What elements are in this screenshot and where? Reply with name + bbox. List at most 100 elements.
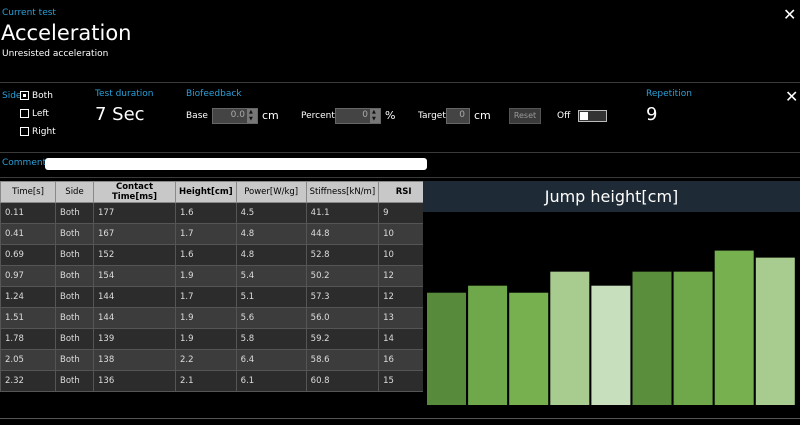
chart-bar [509,292,549,405]
test-duration-label: Test duration [95,89,154,99]
table-cell: Both [55,244,94,266]
base-unit: cm [262,109,279,122]
chart-bar [591,285,631,405]
table-cell: 1.51 [0,307,56,329]
table-cell: 177 [93,202,176,224]
table-row[interactable]: 0.41 Both 167 1.7 4.8 44.8 10 [0,223,430,245]
percent-spinner[interactable]: 0 ▲ ▼ [335,108,381,124]
table-cell: 1.9 [175,265,237,287]
table-cell: 57.3 [305,286,380,308]
table-cell: 12 [378,286,430,308]
base-value: 0.0 [230,110,245,120]
results-table-wrap: Time[s] Side Contact Time[ms] Height[cm]… [0,181,430,392]
table-row[interactable]: 1.51 Both 144 1.9 5.6 56.0 13 [0,307,430,329]
table-cell: 16 [378,349,430,371]
side-option-both[interactable]: Both [20,91,53,101]
column-header-side[interactable]: Side [55,181,94,203]
table-cell: 0.41 [0,223,56,245]
table-row[interactable]: 0.11 Both 177 1.6 4.5 41.1 9 [0,202,430,224]
percent-value: 0 [362,110,368,120]
divider [0,82,800,83]
biofeedback-toggle[interactable] [578,110,607,122]
test-duration-value: 7 Sec [95,104,145,125]
comment-label: Comment: [2,158,50,168]
comment-input[interactable] [45,158,427,170]
chart-bar [427,292,466,405]
table-row[interactable]: 2.05 Both 138 2.2 6.4 58.6 16 [0,349,430,371]
results-table: Time[s] Side Contact Time[ms] Height[cm]… [0,181,430,392]
base-spinner[interactable]: 0.0 ▲ ▼ [212,108,258,124]
table-cell: Both [55,286,94,308]
table-cell: 2.05 [0,349,56,371]
table-cell: 136 [93,370,176,392]
table-cell: 4.5 [235,202,307,224]
table-cell: 5.1 [235,286,307,308]
table-cell: Both [55,349,94,371]
spinner-arrows-icon[interactable]: ▲ ▼ [370,109,380,123]
table-cell: 138 [93,349,176,371]
table-row[interactable]: 1.24 Both 144 1.7 5.1 57.3 12 [0,286,430,308]
table-cell: 6.4 [235,349,307,371]
table-cell: 154 [93,265,176,287]
checkbox-icon[interactable] [20,109,29,118]
table-row[interactable]: 1.78 Both 139 1.9 5.8 59.2 14 [0,328,430,350]
column-header-rsi[interactable]: RSI [378,181,430,203]
table-cell: 167 [93,223,176,245]
checkbox-icon[interactable] [20,127,29,136]
percent-label: Percent [301,111,335,121]
toggle-knob [580,112,588,120]
side-label: Side [2,91,22,101]
table-cell: 1.7 [175,223,237,245]
table-cell: 0.97 [0,265,56,287]
table-row[interactable]: 2.32 Both 136 2.1 6.1 60.8 15 [0,370,430,392]
column-header-power[interactable]: Power[W/kg] [235,181,307,203]
table-cell: 1.6 [175,244,237,266]
table-cell: 15 [378,370,430,392]
table-cell: 58.6 [305,349,380,371]
spinner-arrows-icon[interactable]: ▲ ▼ [247,109,257,123]
test-subtitle: Unresisted acceleration [2,49,109,59]
table-cell: 6.1 [235,370,307,392]
table-cell: 1.78 [0,328,56,350]
column-header-contact-time[interactable]: Contact Time[ms] [93,181,176,203]
table-cell: Both [55,265,94,287]
table-cell: 1.9 [175,307,237,329]
target-input[interactable]: 0 [446,108,470,124]
close-icon[interactable]: ✕ [783,7,796,23]
close-icon[interactable]: ✕ [785,89,798,105]
chart-bar [673,271,713,405]
repetition-value: 9 [646,104,658,125]
table-cell: 2.32 [0,370,56,392]
side-option-right[interactable]: Right [20,127,56,137]
table-cell: 1.24 [0,286,56,308]
column-header-time[interactable]: Time[s] [0,181,56,203]
chart-title: Jump height[cm] [423,181,800,212]
table-cell: Both [55,328,94,350]
table-cell: 0.69 [0,244,56,266]
table-cell: 139 [93,328,176,350]
table-cell: 41.1 [305,202,380,224]
target-value: 0 [459,110,465,120]
table-row[interactable]: 0.69 Both 152 1.6 4.8 52.8 10 [0,244,430,266]
table-cell: 144 [93,307,176,329]
checkbox-checked-icon[interactable] [20,91,29,100]
table-header-row: Time[s] Side Contact Time[ms] Height[cm]… [0,181,430,203]
table-cell: 13 [378,307,430,329]
column-header-height[interactable]: Height[cm] [175,181,237,203]
table-cell: 5.4 [235,265,307,287]
table-cell: 0.11 [0,202,56,224]
table-cell: 52.8 [305,244,380,266]
table-cell: 1.6 [175,202,237,224]
table-row[interactable]: 0.97 Both 154 1.9 5.4 50.2 12 [0,265,430,287]
reset-button[interactable]: Reset [509,108,541,124]
biofeedback-label: Biofeedback [186,89,242,99]
chart-bar [550,271,590,405]
chart-bar [468,285,508,405]
table-cell: 44.8 [305,223,380,245]
table-cell: 1.9 [175,328,237,350]
divider [0,177,800,178]
side-option-left[interactable]: Left [20,109,49,119]
target-label: Target [418,111,446,121]
column-header-stiffness[interactable]: Stiffness[kN/m] [305,181,380,203]
table-cell: 5.8 [235,328,307,350]
